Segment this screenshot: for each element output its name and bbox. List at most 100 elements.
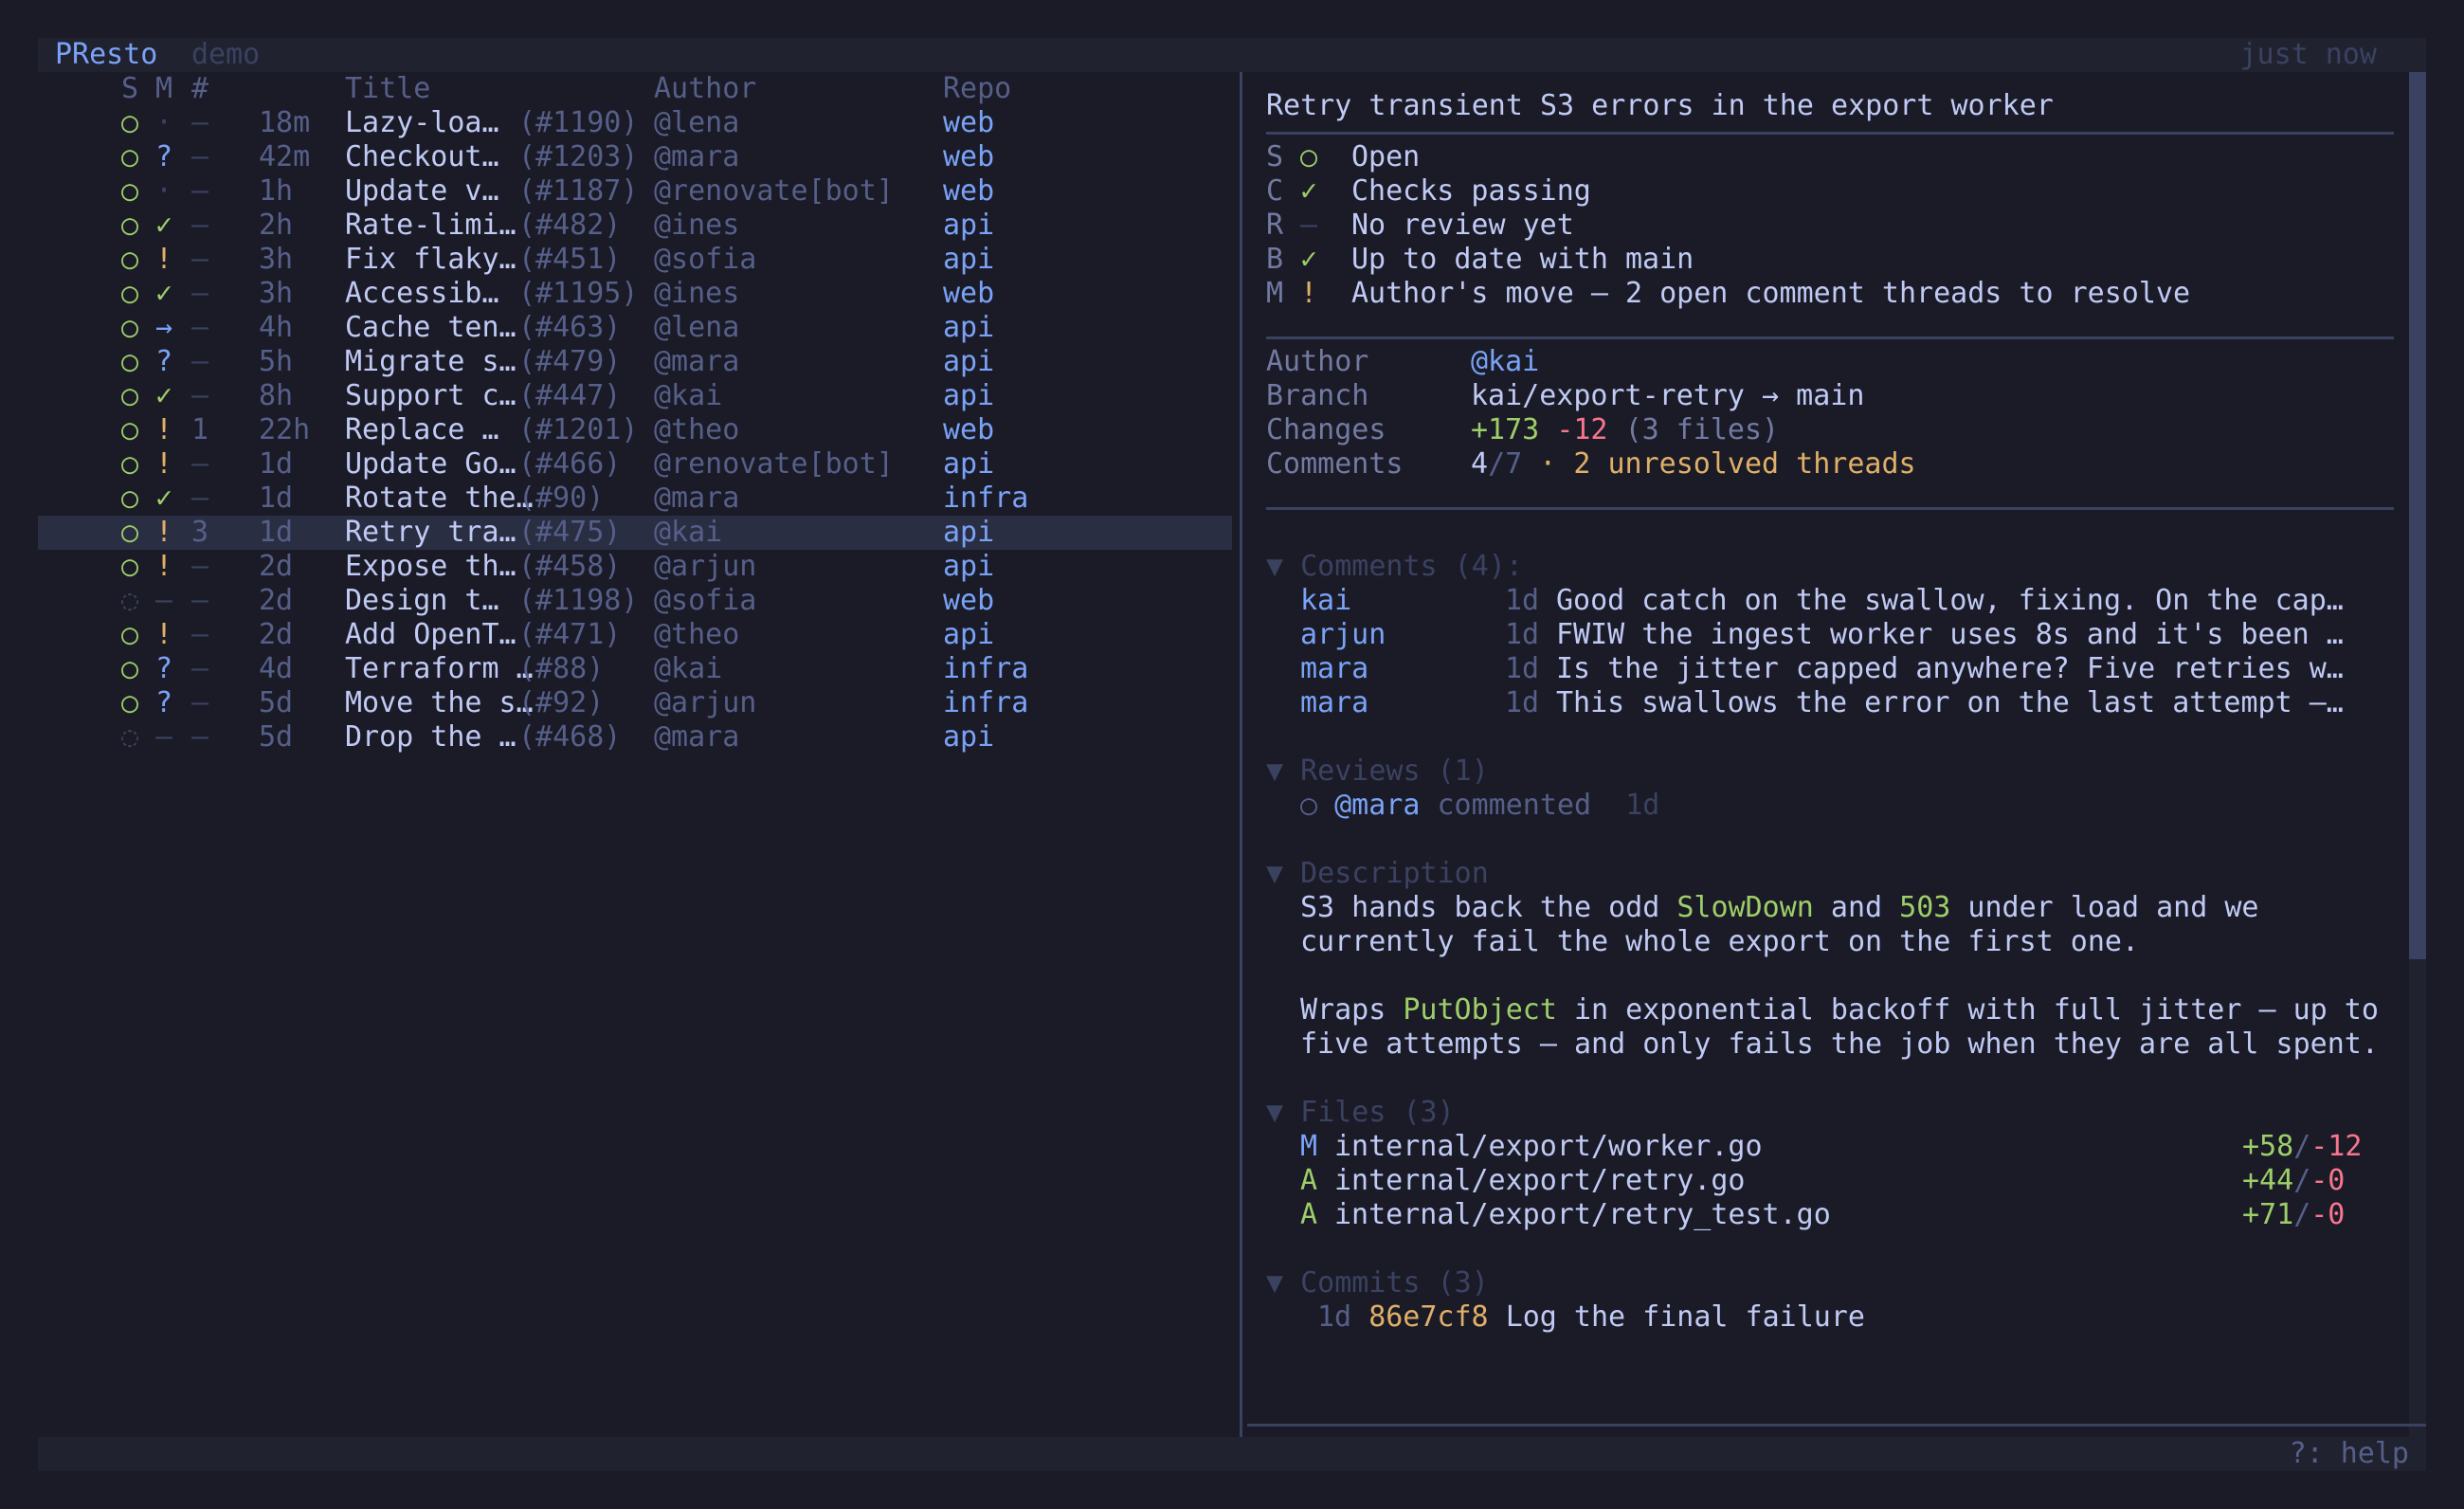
pr-row[interactable]: ○! 1 22h Replace … (#1201) @theo web: [38, 413, 1232, 447]
text: under load and we: [1950, 891, 2259, 924]
pr-title: Cache ten…: [345, 311, 516, 344]
state-icon: ○: [121, 140, 139, 173]
pr-age: 2d: [259, 618, 294, 651]
pr-row[interactable]: ◌ – –5d Drop the … (#468) @mara api: [38, 720, 1232, 754]
pr-author: @ines: [654, 209, 740, 242]
pr-author: @kai: [654, 516, 723, 549]
pr-row[interactable]: ○! – 1d Update Go… (#466) @renovate[bot] api: [38, 447, 1232, 482]
file-path[interactable]: internal/export/worker.go: [1334, 1130, 1763, 1164]
pr-detail-pane[interactable]: Retry transient S3 errors in the export …: [1266, 72, 2413, 1437]
comment-age: 1d: [1505, 618, 1540, 651]
commit-item[interactable]: 1d 86e7cf8 Log the final failure: [1317, 1300, 1865, 1335]
pr-number: (#1203): [518, 140, 639, 173]
pr-number: (#463): [518, 311, 622, 344]
title-bar: PResto demo just now: [38, 38, 2426, 72]
pr-repo: api: [943, 311, 995, 344]
pr-row[interactable]: ○ · – 1h Update v… (#1187) @renovate[bot] web: [38, 174, 1232, 209]
text: and: [1813, 891, 1900, 924]
files-section-header[interactable]: ▼ Files (3): [1266, 1096, 1455, 1130]
pr-repo: web: [943, 174, 995, 208]
pr-author: @ines: [654, 277, 740, 310]
col-author: Author: [654, 72, 757, 105]
file-diff-sep: /: [2293, 1164, 2311, 1197]
comment-text[interactable]: FWIW the ingest worker uses 8s and it's …: [1556, 618, 2344, 652]
comment-count: –: [191, 174, 209, 208]
detail-scrollbar-thumb[interactable]: [2409, 72, 2426, 959]
pr-author: @lena: [654, 311, 740, 344]
comment-count: –: [191, 720, 209, 754]
pr-number: (#90): [518, 482, 605, 515]
comment-count: –: [191, 209, 209, 242]
status-icon: !: [1300, 277, 1318, 310]
pr-row[interactable]: ○! – 2d Expose th… (#458) @arjun api: [38, 550, 1232, 584]
pr-row[interactable]: ◌ – –2d Design t… (#1198) @sofia web: [38, 584, 1232, 618]
file-diffstat: +44/-0: [2242, 1164, 2345, 1198]
pr-author: @mara: [654, 720, 740, 754]
comment-author[interactable]: kai: [1300, 584, 1351, 618]
status-icon: ✓: [1300, 243, 1318, 276]
pr-title: Rate-limi…: [345, 209, 516, 242]
meta-author[interactable]: @kai: [1471, 345, 1539, 379]
pr-row[interactable]: ○ ✓ – 1d Rotate the… (#90) @mara infra: [38, 482, 1232, 516]
pr-age: 2d: [259, 584, 294, 617]
pr-number: (#1201): [518, 413, 639, 446]
pr-age: 1h: [259, 174, 294, 208]
pr-row[interactable]: ○ → – 4h Cache ten… (#463) @lena api: [38, 311, 1232, 345]
move-indicator: ?: [155, 686, 173, 719]
comment-text[interactable]: Is the jitter capped anywhere? Five retr…: [1556, 652, 2344, 686]
status-icon: ✓: [1300, 174, 1318, 208]
pr-repo: web: [943, 413, 995, 446]
help-hint[interactable]: ?: help: [2290, 1437, 2409, 1471]
move-indicator: ·: [155, 174, 173, 208]
pr-title: Fix flaky…: [345, 243, 516, 276]
pr-row[interactable]: ○ · – 18m Lazy-loa… (#1190) @lena web: [38, 106, 1232, 140]
pr-age: 2d: [259, 550, 294, 583]
pr-list[interactable]: S M # Title Author Repo ○ · –18m Lazy-loa…(…: [38, 72, 1232, 1437]
pr-age: 1d: [259, 447, 294, 481]
pr-row[interactable]: ○! 3 1d Retry tra… (#475) @kai api: [38, 516, 1232, 550]
pr-row[interactable]: ○! – 2d Add OpenT… (#471) @theo api: [38, 618, 1232, 652]
status-bar: ?: help: [38, 1437, 2426, 1471]
pr-row[interactable]: ○? – 4d Terraform … (#88) @kai infra: [38, 652, 1232, 686]
status-key: M: [1266, 277, 1284, 310]
status-icon: –: [1300, 209, 1318, 242]
pr-row[interactable]: ○ ✓ – 8h Support c… (#447) @kai api: [38, 379, 1232, 413]
file-path[interactable]: internal/export/retry.go: [1334, 1164, 1745, 1198]
pr-age: 18m: [259, 106, 311, 139]
pr-repo: infra: [943, 652, 1029, 685]
pr-row[interactable]: ○? – 5h Migrate s… (#479) @mara api: [38, 345, 1232, 379]
pr-author: @kai: [654, 379, 723, 412]
comment-author[interactable]: arjun: [1300, 618, 1386, 652]
pr-number: (#482): [518, 209, 622, 242]
app-mode: demo: [191, 38, 261, 71]
comment-text[interactable]: Good catch on the swallow, fixing. On th…: [1556, 584, 2344, 618]
status-text: Up to date with main: [1351, 243, 1694, 276]
move-indicator: ?: [155, 345, 173, 378]
text: in exponential backoff with full jitter …: [1556, 993, 2379, 1027]
pr-row[interactable]: ○? – 42m Checkout… (#1203) @mara web: [38, 140, 1232, 174]
file-path[interactable]: internal/export/retry_test.go: [1334, 1198, 1831, 1232]
pr-row[interactable]: ○! – 3h Fix flaky… (#451) @sofia api: [38, 243, 1232, 277]
pane-divider: [1240, 72, 1242, 1437]
pr-row[interactable]: ○ ✓ – 3h Accessib… (#1195) @ines web: [38, 277, 1232, 311]
state-icon: ○: [121, 550, 139, 583]
reviews-section-header[interactable]: ▼ Reviews (1): [1266, 754, 1489, 789]
comment-author[interactable]: mara: [1300, 686, 1368, 720]
pr-author: @theo: [654, 618, 740, 651]
comments-section-header[interactable]: ▼ Comments (4):: [1266, 550, 1523, 584]
move-indicator: ✓: [155, 209, 173, 242]
pr-row[interactable]: ○? – 5d Move the s… (#92) @arjun infra: [38, 686, 1232, 720]
pr-age: 5d: [259, 720, 294, 754]
comment-author[interactable]: mara: [1300, 652, 1368, 686]
pr-row[interactable]: ○ ✓ – 2h Rate-limi… (#482) @ines api: [38, 209, 1232, 243]
review-author[interactable]: @mara: [1334, 789, 1420, 822]
comment-text[interactable]: This swallows the error on the last atte…: [1556, 686, 2344, 720]
list-header: S M # Title Author Repo: [38, 72, 1232, 106]
commit-sha: 86e7cf8: [1368, 1300, 1489, 1334]
meta-comments-label: Comments: [1266, 447, 1404, 481]
file-status: A: [1300, 1164, 1318, 1197]
commits-section-header[interactable]: ▼ Commits (3): [1266, 1266, 1489, 1300]
col-title: Title: [345, 72, 431, 105]
file-additions: +71: [2242, 1198, 2294, 1231]
description-section-header[interactable]: ▼ Description: [1266, 857, 1489, 891]
